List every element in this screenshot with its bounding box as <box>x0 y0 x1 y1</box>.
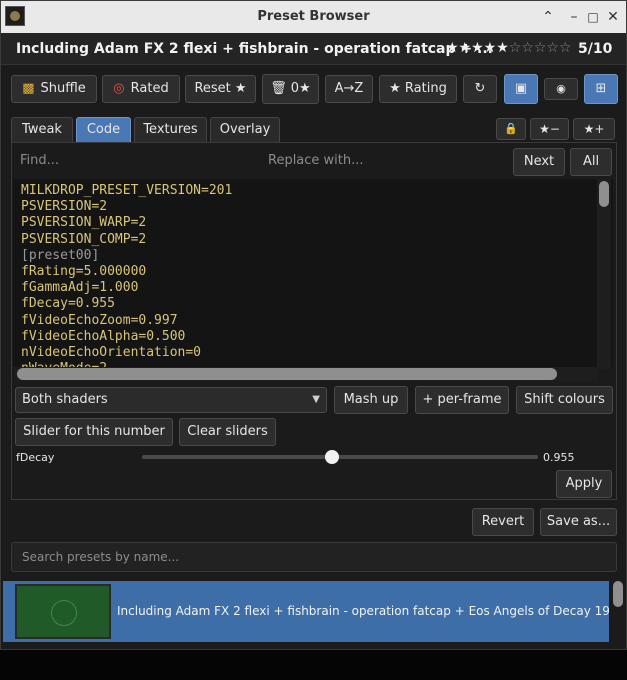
fdecay-slider[interactable] <box>142 455 538 459</box>
slider-label: fDecay <box>16 451 55 464</box>
shift-colours-button[interactable]: Shift colours <box>516 386 613 414</box>
tab-textures[interactable]: Textures <box>134 117 207 143</box>
code-line: fDecay=0.955 <box>21 296 115 312</box>
code-line: fGammaAdj=1.000 <box>21 280 139 296</box>
code-line: nVideoEchoOrientation=0 <box>21 345 202 361</box>
code-line: fRating=5.000000 <box>21 264 147 280</box>
code-line: PSVERSION_COMP=2 <box>21 231 147 247</box>
list-scrollbar[interactable] <box>610 579 626 643</box>
replace-input[interactable]: Replace with... <box>268 153 364 168</box>
per-frame-button[interactable]: + per-frame <box>415 386 509 414</box>
code-line: PSVERSION_WARP=2 <box>21 215 147 231</box>
refresh-button[interactable]: ↻ <box>463 75 497 103</box>
code-line: PSVERSION=2 <box>21 199 108 215</box>
editor-horizontal-scrollbar[interactable] <box>15 367 597 381</box>
image-icon: ▣ <box>514 81 528 96</box>
tab-overlay[interactable]: Overlay <box>210 117 280 143</box>
code-lines: MILKDROP_PRESET_VERSION=201 PSVERSION=2 PS… <box>21 183 232 367</box>
preset-name: Including Adam FX 2 flexi + fishbrain - … <box>16 41 493 57</box>
title-bar: Preset Browser ⌃ – □ ✕ <box>1 1 626 33</box>
scrollbar-thumb[interactable] <box>599 181 609 207</box>
slider-for-number-button[interactable]: Slider for this number <box>15 418 173 446</box>
trash-icon: 🗑 <box>270 81 287 96</box>
close-icon[interactable]: ✕ <box>603 7 623 27</box>
code-line: fVideoEchoZoom=0.997 <box>21 312 178 328</box>
stars-filled: ★★★★★ <box>446 40 509 56</box>
shuffle-button[interactable]: ▩ Shuffle <box>11 75 97 103</box>
camera-icon: ◉ <box>556 82 566 95</box>
maximize-icon[interactable]: □ <box>583 7 603 27</box>
scrollbar-thumb[interactable] <box>17 368 557 380</box>
code-line: [preset00] <box>21 247 100 263</box>
chevron-down-icon: ▼ <box>312 394 320 405</box>
mash-up-button[interactable]: Mash up <box>334 386 408 414</box>
revert-button[interactable]: Revert <box>472 508 534 536</box>
code-line: fVideoEchoAlpha=0.500 <box>21 328 186 344</box>
lock-icon: 🔒 <box>504 122 518 135</box>
minimize-icon[interactable]: – <box>564 7 584 27</box>
star-plus-button[interactable]: ★+ <box>573 118 615 140</box>
code-editor[interactable]: MILKDROP_PRESET_VERSION=201 PSVERSION=2 PS… <box>13 179 613 367</box>
target-icon: ◎ <box>113 81 125 96</box>
preset-header: Including Adam FX 2 flexi + fishbrain - … <box>1 33 626 65</box>
window-title: Preset Browser <box>257 9 370 24</box>
stars-empty: ☆☆☆☆☆ <box>508 40 572 56</box>
zero-rating-button[interactable]: 🗑 0★ <box>262 74 319 104</box>
replace-all-button[interactable]: All <box>570 148 612 176</box>
slider-value: 0.955 <box>543 451 575 464</box>
preset-thumbnail <box>15 584 111 639</box>
star-minus-button[interactable]: ★− <box>530 118 569 140</box>
apply-button[interactable]: Apply <box>556 470 612 498</box>
find-next-button[interactable]: Next <box>513 148 565 176</box>
find-input[interactable]: Find... <box>20 153 59 168</box>
clear-sliders-button[interactable]: Clear sliders <box>179 418 276 446</box>
preset-browser-window: Preset Browser ⌃ – □ ✕ Including Adam FX… <box>0 0 627 650</box>
tab-tweak[interactable]: Tweak <box>11 117 73 143</box>
screenshot-button[interactable]: ◉ <box>544 78 578 100</box>
list-item-label: Including Adam FX 2 flexi + fishbrain - … <box>117 604 627 618</box>
editor-vertical-scrollbar[interactable] <box>597 179 611 369</box>
slider-handle[interactable] <box>325 450 340 464</box>
shader-select[interactable]: Both shaders ▼ <box>15 387 327 413</box>
rating-score: 5/10 <box>578 41 613 57</box>
lock-button[interactable]: 🔒 <box>496 118 526 140</box>
grid-icon: ⊞ <box>595 81 607 96</box>
preview-toggle-button[interactable]: ▣ <box>504 74 538 104</box>
rated-button[interactable]: ◎ Rated <box>102 75 180 103</box>
rating-sort-button[interactable]: ★ Rating <box>379 75 457 103</box>
preset-search-input[interactable]: Search presets by name... <box>11 542 617 572</box>
save-as-button[interactable]: Save as... <box>540 508 617 536</box>
grid-view-button[interactable]: ⊞ <box>584 74 618 104</box>
rating-stars[interactable]: ★★★★★☆☆☆☆☆ <box>446 40 572 56</box>
scrollbar-thumb[interactable] <box>613 581 623 607</box>
reset-rating-button[interactable]: Reset ★ <box>185 75 256 103</box>
shuffle-icon: ▩ <box>22 81 35 96</box>
tab-code[interactable]: Code <box>76 117 131 143</box>
desktop-background <box>0 650 627 680</box>
sort-az-button[interactable]: A→Z <box>325 75 373 103</box>
code-line: MILKDROP_PRESET_VERSION=201 <box>21 183 233 198</box>
collapse-icon[interactable]: ⌃ <box>538 7 558 27</box>
